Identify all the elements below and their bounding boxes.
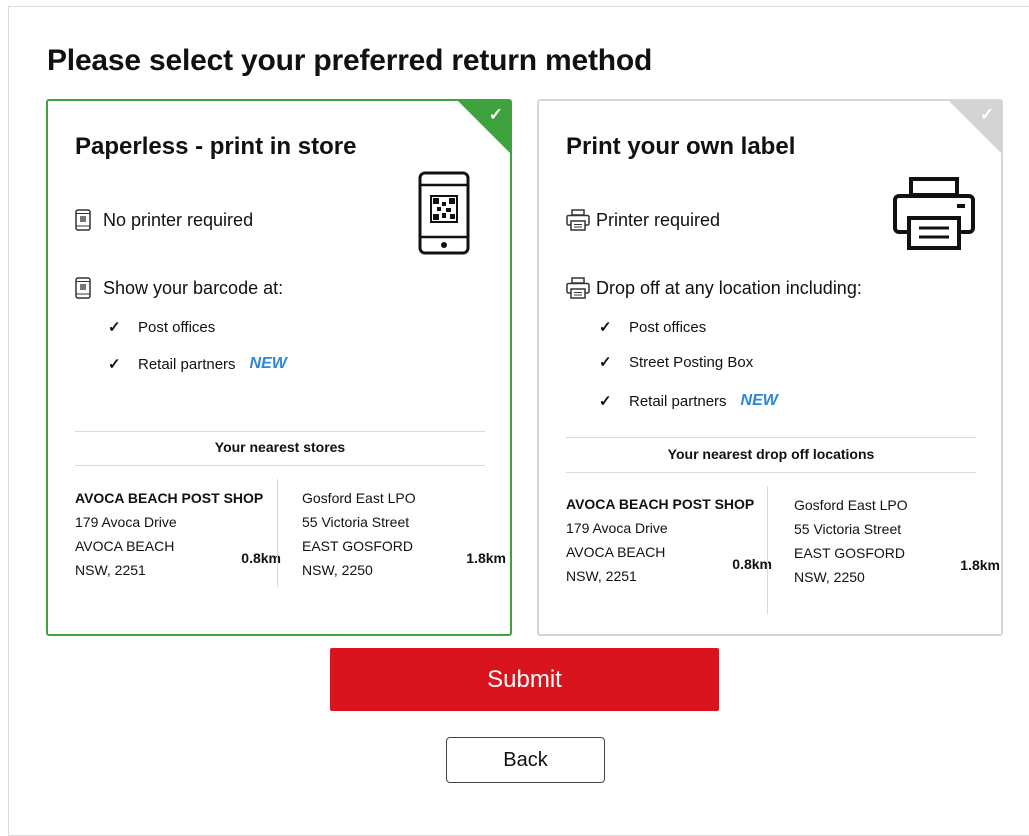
page-title: Please select your preferred return meth… xyxy=(47,44,653,77)
checklist-label: Post offices xyxy=(629,318,707,336)
check-icon: ✓ xyxy=(108,356,121,373)
location-street: 55 Victoria Street xyxy=(302,514,410,530)
divider xyxy=(566,437,976,438)
feature-label: Printer required xyxy=(596,209,721,230)
checklist-item: ✓ Post offices xyxy=(108,318,216,337)
checklist-item: ✓ Retail partners NEW xyxy=(108,355,287,373)
submit-button[interactable]: Submit xyxy=(330,648,719,711)
checklist-item: ✓ Post offices xyxy=(599,318,707,337)
checklist-item: ✓ Street Posting Box xyxy=(599,353,754,372)
option-card-paperless[interactable]: ✓ Paperless - print in store No printer … xyxy=(46,99,512,636)
option-card-print-label[interactable]: ✓ Print your own label Printer required … xyxy=(537,99,1003,636)
new-badge: NEW xyxy=(740,392,778,409)
checklist-label: Street Posting Box xyxy=(629,353,754,371)
divider xyxy=(75,431,485,432)
location-state: NSW, 2250 xyxy=(794,569,865,585)
option-title: Paperless - print in store xyxy=(75,133,357,160)
location-street: 179 Avoca Drive xyxy=(75,514,177,530)
location-suburb: AVOCA BEACH xyxy=(75,538,175,554)
nearest-heading: Your nearest drop off locations xyxy=(667,446,875,462)
phone-qr-icon xyxy=(418,171,470,260)
feature-item: Drop off at any location including: xyxy=(566,277,862,299)
check-icon: ✓ xyxy=(599,319,612,336)
checkmark-icon: ✓ xyxy=(488,105,503,124)
printer-icon xyxy=(893,176,975,255)
mobile-phone-icon xyxy=(75,209,91,231)
location-state: NSW, 2251 xyxy=(75,562,146,578)
location-street: 179 Avoca Drive xyxy=(566,520,668,536)
location-entry: Gosford East LPO 55 Victoria Street EAST… xyxy=(302,486,506,582)
feature-item: Show your barcode at: xyxy=(75,277,283,299)
checkmark-icon: ✓ xyxy=(979,105,994,124)
checklist-label: Post offices xyxy=(138,318,216,336)
location-state: NSW, 2251 xyxy=(566,568,637,584)
divider xyxy=(566,472,976,473)
printer-icon xyxy=(566,209,590,231)
location-entry: AVOCA BEACH POST SHOP 179 Avoca Drive AV… xyxy=(566,492,772,588)
location-name: Gosford East LPO xyxy=(302,490,416,506)
feature-item: Printer required xyxy=(566,209,720,231)
printer-icon xyxy=(566,277,590,299)
new-badge: NEW xyxy=(249,355,287,372)
location-street: 55 Victoria Street xyxy=(794,521,902,537)
checklist-label: Retail partners xyxy=(138,355,236,373)
option-title: Print your own label xyxy=(566,133,796,160)
check-icon: ✓ xyxy=(108,319,121,336)
location-suburb: AVOCA BEACH xyxy=(566,544,666,560)
feature-label: No printer required xyxy=(103,209,254,230)
location-distance: 1.8km xyxy=(466,550,506,566)
checklist-item: ✓ Retail partners NEW xyxy=(599,392,778,410)
location-distance: 0.8km xyxy=(241,550,281,566)
location-entry: Gosford East LPO 55 Victoria Street EAST… xyxy=(794,493,1000,589)
location-state: NSW, 2250 xyxy=(302,562,373,578)
checklist-label: Retail partners xyxy=(629,392,727,410)
feature-item: No printer required xyxy=(75,209,253,231)
check-icon: ✓ xyxy=(599,393,612,410)
feature-label: Show your barcode at: xyxy=(103,277,284,298)
check-icon: ✓ xyxy=(599,354,612,371)
location-entry: AVOCA BEACH POST SHOP 179 Avoca Drive AV… xyxy=(75,486,281,582)
location-distance: 1.8km xyxy=(960,557,1000,573)
location-name: AVOCA BEACH POST SHOP xyxy=(566,496,755,512)
back-button[interactable]: Back xyxy=(446,737,605,783)
mobile-phone-icon xyxy=(75,277,91,299)
location-separator xyxy=(277,479,278,587)
nearest-heading: Your nearest stores xyxy=(214,439,346,455)
divider xyxy=(75,465,485,466)
location-name: AVOCA BEACH POST SHOP xyxy=(75,490,264,506)
location-suburb: EAST GOSFORD xyxy=(302,538,413,554)
location-name: Gosford East LPO xyxy=(794,497,908,513)
location-suburb: EAST GOSFORD xyxy=(794,545,905,561)
feature-label: Drop off at any location including: xyxy=(596,277,862,298)
location-separator xyxy=(767,486,768,614)
